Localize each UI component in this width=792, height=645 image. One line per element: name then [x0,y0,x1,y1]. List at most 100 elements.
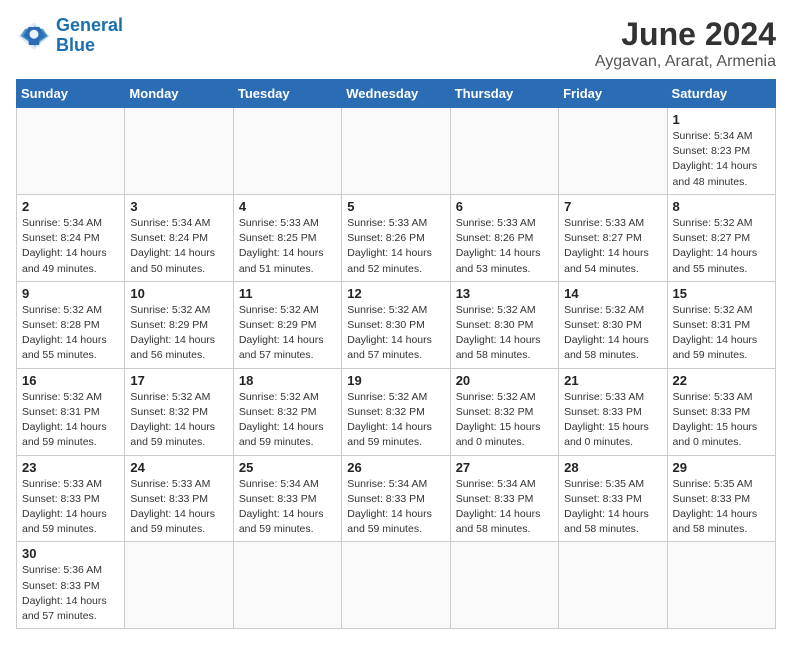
cell-content: Sunrise: 5:35 AMSunset: 8:33 PMDaylight:… [564,477,661,538]
day-number: 5 [347,199,444,214]
calendar-cell: 6Sunrise: 5:33 AMSunset: 8:26 PMDaylight… [450,194,558,281]
cell-line: Sunset: 8:27 PM [564,231,661,246]
cell-line: Sunrise: 5:32 AM [456,390,553,405]
day-number: 10 [130,286,227,301]
calendar-cell: 14Sunrise: 5:32 AMSunset: 8:30 PMDayligh… [559,281,667,368]
title-block: June 2024 Aygavan, Ararat, Armenia [595,16,776,71]
weekday-header-wednesday: Wednesday [342,80,450,108]
weekday-header-tuesday: Tuesday [233,80,341,108]
cell-line: Sunset: 8:29 PM [130,318,227,333]
day-number: 19 [347,373,444,388]
weekday-header-friday: Friday [559,80,667,108]
cell-line: Daylight: 14 hours and 55 minutes. [22,333,119,363]
cell-line: Sunset: 8:33 PM [456,492,553,507]
cell-line: Sunrise: 5:34 AM [347,477,444,492]
cell-line: Sunrise: 5:33 AM [22,477,119,492]
cell-line: Daylight: 14 hours and 58 minutes. [456,333,553,363]
day-number: 6 [456,199,553,214]
cell-line: Daylight: 14 hours and 58 minutes. [564,333,661,363]
cell-line: Sunset: 8:25 PM [239,231,336,246]
calendar-cell: 17Sunrise: 5:32 AMSunset: 8:32 PMDayligh… [125,368,233,455]
cell-line: Sunrise: 5:33 AM [347,216,444,231]
cell-content: Sunrise: 5:34 AMSunset: 8:23 PMDaylight:… [673,129,770,190]
logo-icon [16,18,52,54]
cell-line: Daylight: 14 hours and 57 minutes. [239,333,336,363]
logo-text: General Blue [56,16,123,56]
day-number: 21 [564,373,661,388]
calendar-cell: 21 Sunrise: 5:33 AMSunset: 8:33 PMDayligh… [559,368,667,455]
day-number: 8 [673,199,770,214]
calendar-cell: 7Sunrise: 5:33 AMSunset: 8:27 PMDaylight… [559,194,667,281]
calendar-cell: 16Sunrise: 5:32 AMSunset: 8:31 PMDayligh… [17,368,125,455]
weekday-header-sunday: Sunday [17,80,125,108]
cell-content: Sunrise: 5:32 AMSunset: 8:29 PMDaylight:… [130,303,227,364]
calendar-cell: 13Sunrise: 5:32 AMSunset: 8:30 PMDayligh… [450,281,558,368]
cell-line: Sunset: 8:32 PM [456,405,553,420]
cell-content: Sunrise: 5:34 AMSunset: 8:24 PMDaylight:… [130,216,227,277]
cell-line: Sunrise: 5:35 AM [673,477,770,492]
cell-line: Sunrise: 5:32 AM [239,303,336,318]
calendar-cell [233,108,341,195]
calendar-cell: 3Sunrise: 5:34 AMSunset: 8:24 PMDaylight… [125,194,233,281]
cell-content: Sunrise: 5:32 AMSunset: 8:28 PMDaylight:… [22,303,119,364]
cell-content: Sunrise: 5:32 AMSunset: 8:27 PMDaylight:… [673,216,770,277]
cell-content: Sunrise: 5:33 AMSunset: 8:26 PMDaylight:… [347,216,444,277]
cell-line: Daylight: 15 hours and 0 minutes. [564,420,661,450]
cell-line: Sunrise: 5:33 AM [673,390,770,405]
cell-line: Sunrise: 5:34 AM [456,477,553,492]
calendar-cell: 11Sunrise: 5:32 AMSunset: 8:29 PMDayligh… [233,281,341,368]
day-number: 26 [347,460,444,475]
cell-line: Sunrise: 5:32 AM [673,216,770,231]
cell-line: Daylight: 14 hours and 53 minutes. [456,246,553,276]
cell-content: Sunrise: 5:32 AMSunset: 8:31 PMDaylight:… [673,303,770,364]
day-number: 24 [130,460,227,475]
calendar-cell [125,542,233,629]
cell-content: Sunrise: 5:33 AMSunset: 8:33 PMDaylight:… [673,390,770,451]
calendar-cell: 4Sunrise: 5:33 AMSunset: 8:25 PMDaylight… [233,194,341,281]
calendar-cell: 9Sunrise: 5:32 AMSunset: 8:28 PMDaylight… [17,281,125,368]
cell-content: Sunrise: 5:33 AMSunset: 8:27 PMDaylight:… [564,216,661,277]
cell-line: Daylight: 15 hours and 0 minutes. [456,420,553,450]
calendar-cell: 19Sunrise: 5:32 AMSunset: 8:32 PMDayligh… [342,368,450,455]
cell-line: Sunset: 8:26 PM [456,231,553,246]
calendar-cell [559,542,667,629]
day-number: 20 [456,373,553,388]
cell-line: Sunrise: 5:32 AM [130,303,227,318]
cell-line: Daylight: 14 hours and 59 minutes. [239,420,336,450]
cell-content: Sunrise: 5:33 AMSunset: 8:33 PMDaylight:… [564,390,661,451]
cell-line: Sunset: 8:29 PM [239,318,336,333]
day-number: 15 [673,286,770,301]
cell-line: Daylight: 14 hours and 56 minutes. [130,333,227,363]
cell-line: Daylight: 14 hours and 59 minutes. [673,333,770,363]
cell-line: Sunrise: 5:34 AM [22,216,119,231]
cell-line: Sunrise: 5:35 AM [564,477,661,492]
cell-content: Sunrise: 5:32 AMSunset: 8:32 PMDaylight:… [239,390,336,451]
calendar-cell [233,542,341,629]
logo: General Blue [16,16,123,56]
calendar-cell: 22 Sunrise: 5:33 AMSunset: 8:33 PMDayligh… [667,368,775,455]
cell-content: Sunrise: 5:34 AMSunset: 8:33 PMDaylight:… [456,477,553,538]
cell-line: Daylight: 15 hours and 0 minutes. [673,420,770,450]
cell-line: Daylight: 14 hours and 50 minutes. [130,246,227,276]
day-number: 29 [673,460,770,475]
cell-content: Sunrise: 5:32 AMSunset: 8:31 PMDaylight:… [22,390,119,451]
day-number: 18 [239,373,336,388]
cell-line: Sunrise: 5:33 AM [564,390,661,405]
cell-line: Sunset: 8:33 PM [347,492,444,507]
cell-line: Sunset: 8:28 PM [22,318,119,333]
calendar-cell: 27Sunrise: 5:34 AMSunset: 8:33 PMDayligh… [450,455,558,542]
cell-line: Daylight: 14 hours and 54 minutes. [564,246,661,276]
cell-line: Sunset: 8:30 PM [564,318,661,333]
cell-line: Sunrise: 5:32 AM [673,303,770,318]
calendar-week-row: 2Sunrise: 5:34 AMSunset: 8:24 PMDaylight… [17,194,776,281]
day-number: 12 [347,286,444,301]
cell-line: Sunset: 8:33 PM [22,492,119,507]
day-number: 22 [673,373,770,388]
cell-line: Sunset: 8:32 PM [347,405,444,420]
cell-line: Daylight: 14 hours and 58 minutes. [456,507,553,537]
cell-line: Sunset: 8:33 PM [239,492,336,507]
cell-line: Sunrise: 5:32 AM [22,303,119,318]
cell-line: Daylight: 14 hours and 57 minutes. [347,333,444,363]
cell-line: Sunrise: 5:32 AM [130,390,227,405]
cell-content: Sunrise: 5:33 AMSunset: 8:33 PMDaylight:… [22,477,119,538]
